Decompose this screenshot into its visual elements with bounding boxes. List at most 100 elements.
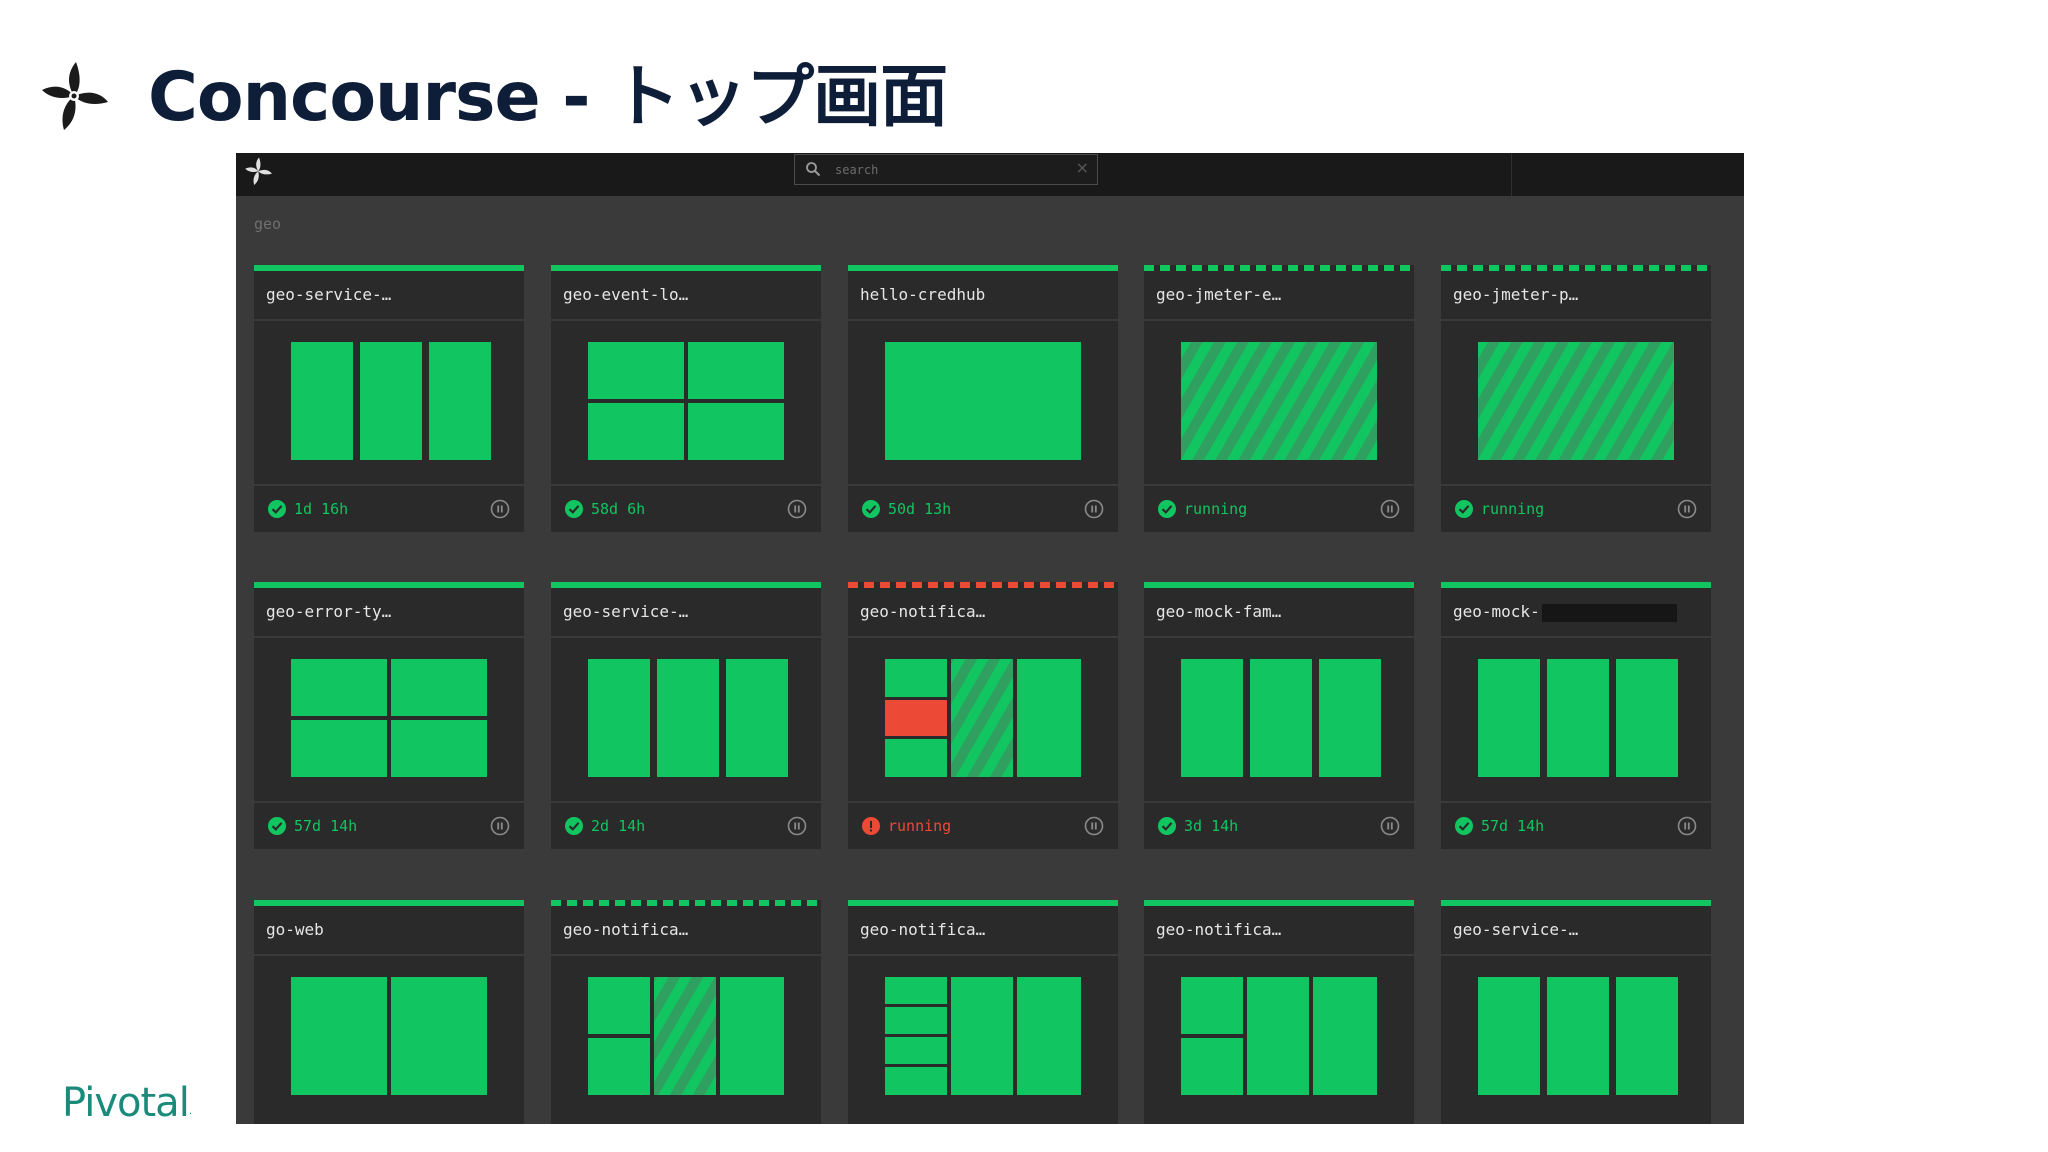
- concourse-home-icon[interactable]: [242, 155, 276, 189]
- job-block[interactable]: [1547, 659, 1609, 777]
- pipeline-preview[interactable]: [588, 977, 784, 1095]
- pipeline-card[interactable]: geo-jmeter-p… running: [1441, 265, 1711, 532]
- pipeline-preview[interactable]: [291, 342, 491, 460]
- pipeline-card[interactable]: geo-service-…: [1441, 900, 1711, 1124]
- job-block[interactable]: [1017, 977, 1081, 1095]
- pause-pipeline-icon[interactable]: [1677, 816, 1697, 836]
- job-block[interactable]: [885, 977, 947, 1004]
- pipeline-card[interactable]: geo-mock- 57d 14h: [1441, 582, 1711, 849]
- job-block[interactable]: [1181, 342, 1377, 460]
- job-block[interactable]: [588, 342, 684, 399]
- pipeline-preview[interactable]: [885, 659, 1081, 777]
- pipeline-preview[interactable]: [291, 659, 487, 777]
- pipeline-name[interactable]: geo-notifica…: [551, 906, 821, 956]
- job-block[interactable]: [885, 659, 947, 697]
- job-block[interactable]: [588, 977, 650, 1034]
- pipeline-preview[interactable]: [1478, 659, 1678, 777]
- pipeline-name[interactable]: go-web: [254, 906, 524, 956]
- pipeline-name[interactable]: geo-service-…: [1441, 906, 1711, 956]
- job-block[interactable]: [885, 342, 1081, 460]
- job-block[interactable]: [588, 659, 650, 777]
- job-block[interactable]: [688, 403, 784, 460]
- pause-pipeline-icon[interactable]: [1380, 499, 1400, 519]
- pipeline-card[interactable]: geo-notifica…: [1144, 900, 1414, 1124]
- job-block[interactable]: [1616, 659, 1678, 777]
- pipeline-name[interactable]: geo-service-…: [551, 588, 821, 638]
- job-block[interactable]: [726, 659, 788, 777]
- pipeline-name[interactable]: geo-event-lo…: [551, 271, 821, 321]
- job-block[interactable]: [885, 1037, 947, 1064]
- pipeline-name[interactable]: geo-notifica…: [1144, 906, 1414, 956]
- job-block[interactable]: [720, 977, 784, 1095]
- pause-pipeline-icon[interactable]: [1084, 816, 1104, 836]
- pause-pipeline-icon[interactable]: [787, 816, 807, 836]
- job-block[interactable]: [1478, 342, 1674, 460]
- pipeline-card[interactable]: geo-notifica… running: [848, 582, 1118, 849]
- pipeline-name[interactable]: geo-mock-: [1441, 588, 1711, 638]
- job-block[interactable]: [588, 403, 684, 460]
- job-block[interactable]: [291, 342, 353, 460]
- pipeline-card[interactable]: geo-notifica…: [848, 900, 1118, 1124]
- job-block[interactable]: [1616, 977, 1678, 1095]
- pipeline-name[interactable]: geo-service-…: [254, 271, 524, 321]
- job-block[interactable]: [1181, 1038, 1243, 1095]
- pipeline-name[interactable]: geo-mock-fam…: [1144, 588, 1414, 638]
- job-block[interactable]: [688, 342, 784, 399]
- pipeline-card[interactable]: geo-service-… 2d 14h: [551, 582, 821, 849]
- pause-pipeline-icon[interactable]: [1380, 816, 1400, 836]
- pipeline-name[interactable]: geo-notifica…: [848, 906, 1118, 956]
- pause-pipeline-icon[interactable]: [490, 499, 510, 519]
- job-block[interactable]: [1319, 659, 1381, 777]
- pause-pipeline-icon[interactable]: [490, 816, 510, 836]
- job-block[interactable]: [1478, 659, 1540, 777]
- pipeline-name[interactable]: geo-notifica…: [848, 588, 1118, 638]
- pipeline-preview[interactable]: [1478, 342, 1674, 460]
- pipeline-preview[interactable]: [588, 342, 784, 460]
- job-block[interactable]: [1247, 977, 1309, 1095]
- pipeline-card[interactable]: geo-mock-fam… 3d 14h: [1144, 582, 1414, 849]
- pipeline-card[interactable]: geo-jmeter-e… running: [1144, 265, 1414, 532]
- job-block[interactable]: [391, 659, 487, 716]
- pipeline-card[interactable]: go-web: [254, 900, 524, 1124]
- pipeline-name[interactable]: geo-jmeter-e…: [1144, 271, 1414, 321]
- clear-search-icon[interactable]: ×: [1076, 158, 1089, 178]
- job-block[interactable]: [1250, 659, 1312, 777]
- job-block[interactable]: [1181, 977, 1243, 1034]
- job-block[interactable]: [391, 977, 487, 1095]
- job-block[interactable]: [885, 1067, 947, 1095]
- job-block[interactable]: [1478, 977, 1540, 1095]
- pause-pipeline-icon[interactable]: [1084, 499, 1104, 519]
- job-block[interactable]: [429, 342, 491, 460]
- job-block[interactable]: [1547, 977, 1609, 1095]
- job-block[interactable]: [885, 700, 947, 736]
- pipeline-name[interactable]: geo-jmeter-p…: [1441, 271, 1711, 321]
- job-block[interactable]: [885, 739, 947, 777]
- pipeline-preview[interactable]: [291, 977, 487, 1095]
- job-block[interactable]: [291, 720, 387, 777]
- pause-pipeline-icon[interactable]: [1677, 499, 1697, 519]
- pipeline-preview[interactable]: [885, 342, 1081, 460]
- job-block[interactable]: [885, 1007, 947, 1034]
- job-block[interactable]: [654, 977, 716, 1095]
- job-block[interactable]: [588, 1038, 650, 1095]
- pipeline-card[interactable]: geo-notifica…: [551, 900, 821, 1124]
- pause-pipeline-icon[interactable]: [787, 499, 807, 519]
- job-block[interactable]: [291, 659, 387, 716]
- pipeline-card[interactable]: hello-credhub 50d 13h: [848, 265, 1118, 532]
- job-block[interactable]: [951, 659, 1013, 777]
- search-input[interactable]: [835, 159, 1065, 181]
- pipeline-preview[interactable]: [1181, 977, 1377, 1095]
- job-block[interactable]: [1313, 977, 1377, 1095]
- search-box[interactable]: ×: [794, 154, 1098, 185]
- pipeline-card[interactable]: geo-event-lo… 58d 6h: [551, 265, 821, 532]
- job-block[interactable]: [951, 977, 1013, 1095]
- job-block[interactable]: [360, 342, 422, 460]
- pipeline-preview[interactable]: [885, 977, 1081, 1095]
- job-block[interactable]: [657, 659, 719, 777]
- pipeline-preview[interactable]: [1478, 977, 1678, 1095]
- pipeline-preview[interactable]: [588, 659, 788, 777]
- pipeline-preview[interactable]: [1181, 342, 1377, 460]
- pipeline-card[interactable]: geo-service-… 1d 16h: [254, 265, 524, 532]
- job-block[interactable]: [1181, 659, 1243, 777]
- pipeline-name[interactable]: hello-credhub: [848, 271, 1118, 321]
